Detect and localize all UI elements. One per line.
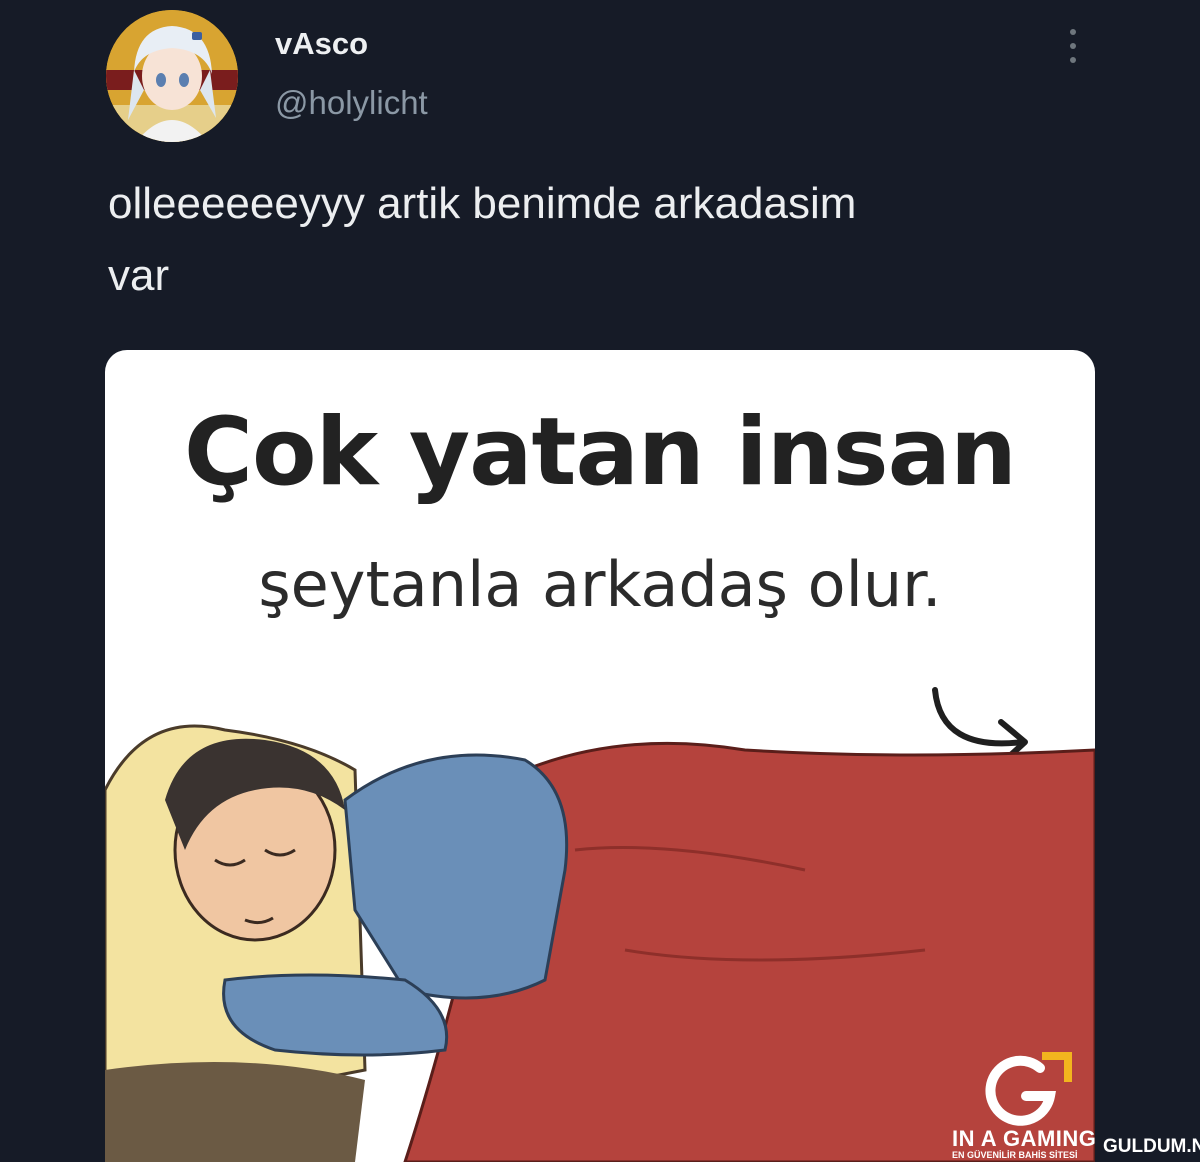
anime-avatar-icon [106, 10, 238, 142]
display-name[interactable]: vAsco [275, 26, 368, 62]
media-image[interactable]: Çok yatan insan şeytanla arkadaş olur. [105, 350, 1095, 1162]
more-vertical-icon[interactable] [1058, 24, 1088, 68]
g-logo-icon [985, 1052, 1072, 1126]
image-headline: Çok yatan insan [184, 398, 1017, 507]
watermark-brand: IN A GAMING [952, 1126, 1097, 1151]
watermark-tagline: EN GÜVENİLİR BAHİS SİTESİ [952, 1150, 1078, 1160]
sleeping-man-illustration [105, 724, 1095, 1162]
watermark-site: GULDUM.NET [1103, 1136, 1200, 1157]
avatar[interactable] [106, 10, 238, 142]
tweet-text: olleeeeeeyyy artik benimde arkadasim var [108, 179, 857, 300]
user-handle[interactable]: @holylicht [275, 84, 428, 122]
image-subline: şeytanla arkadaş olur. [258, 548, 942, 621]
